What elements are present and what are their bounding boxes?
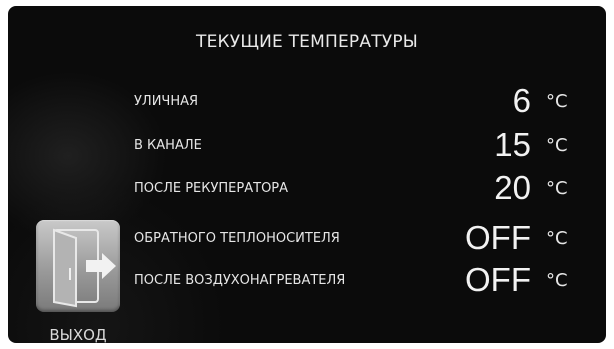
- row-unit-in-channel: °C: [546, 135, 568, 156]
- row-value-after-recuperator: 20: [494, 169, 531, 206]
- row-label-in-channel: В КАНАЛЕ: [134, 138, 202, 153]
- row-label-outdoor: УЛИЧНАЯ: [134, 94, 199, 109]
- temperature-screen: ТЕКУЩИЕ ТЕМПЕРАТУРЫ УЛИЧНАЯ 6 °C В КАНАЛ…: [8, 6, 606, 343]
- exit-button[interactable]: ВЫХОД: [36, 220, 120, 343]
- row-unit-outdoor: °C: [546, 91, 568, 112]
- page-title: ТЕКУЩИЕ ТЕМПЕРАТУРЫ: [195, 32, 418, 52]
- row-value-in-channel: 15: [494, 126, 531, 163]
- row-label-after-recuperator: ПОСЛЕ РЕКУПЕРАТОРА: [134, 181, 289, 196]
- row-unit-after-heater: °C: [546, 270, 568, 291]
- row-label-after-heater: ПОСЛЕ ВОЗДУХОНАГРЕВАТЕЛЯ: [134, 273, 346, 288]
- exit-tile[interactable]: [36, 220, 120, 312]
- row-unit-return-coolant: °C: [546, 228, 568, 249]
- exit-label: ВЫХОД: [49, 326, 107, 343]
- row-value-after-heater: OFF: [465, 261, 531, 298]
- row-label-return-coolant: ОБРАТНОГО ТЕПЛОНОСИТЕЛЯ: [134, 231, 340, 246]
- frame: ТЕКУЩИЕ ТЕМПЕРАТУРЫ УЛИЧНАЯ 6 °C В КАНАЛ…: [0, 0, 614, 349]
- row-value-outdoor: 6: [512, 82, 531, 119]
- row-unit-after-recuperator: °C: [546, 178, 568, 199]
- exit-door-icon: [53, 228, 116, 308]
- row-value-return-coolant: OFF: [465, 219, 531, 256]
